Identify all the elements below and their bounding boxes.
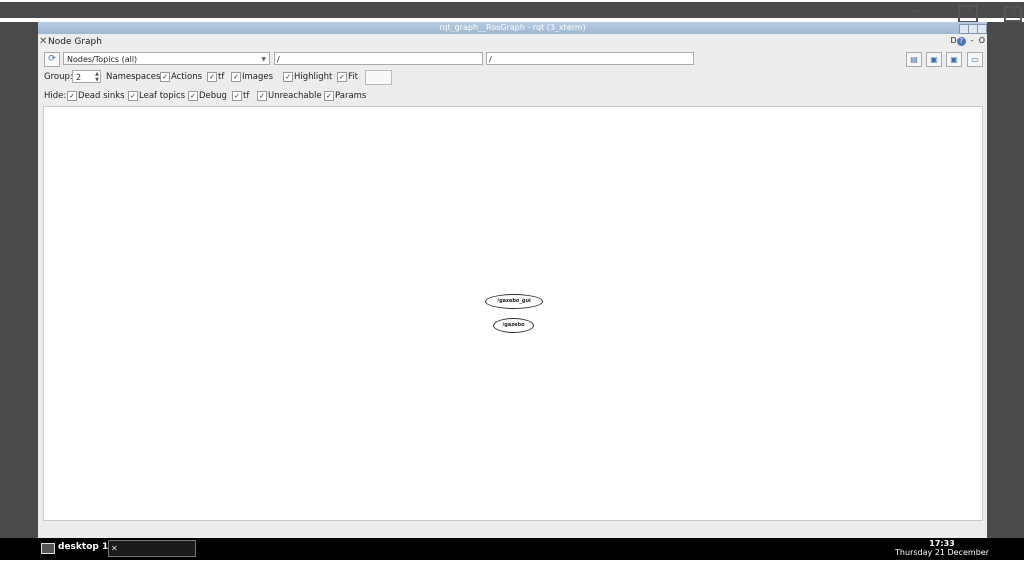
hide-tf-label: tf [243, 91, 250, 101]
taskbar-task-rqt[interactable]: ✕ rqt_graph__RosG... [108, 540, 196, 568]
viewer-toolbar: — ↗ ⧉ [0, 0, 1024, 23]
fit-view-button[interactable] [365, 70, 392, 85]
leaf-topics-checkbox[interactable]: ✓ [128, 91, 138, 101]
debug-checkbox[interactable]: ✓ [188, 91, 198, 101]
graph-mode-select[interactable]: Nodes/Topics (all) ▼ [63, 52, 270, 65]
tf-label: tf [218, 72, 225, 82]
desktop-background-left [0, 22, 38, 538]
clock-date: Thursday 21 December [895, 548, 989, 557]
highlight-checkbox[interactable]: ✓ [283, 72, 293, 82]
plugin-header: ✕ Node Graph D? - O [38, 35, 987, 49]
graph-node[interactable]: /gazebo [493, 318, 534, 333]
save-image-icon[interactable]: ▭ [967, 52, 983, 67]
external-link-icon[interactable]: ↗ [958, 5, 978, 23]
leaf-topics-label: Leaf topics [139, 91, 186, 101]
actions-label: Actions [171, 72, 203, 82]
desktop-background-right [987, 22, 1024, 538]
tf-checkbox[interactable]: ✓ [207, 72, 217, 82]
taskbar: desktop 1 ✕ rqt_graph__RosG... 17:33 Thur… [0, 538, 1024, 568]
minimize-icon[interactable]: — [911, 1, 925, 21]
debug-label: Debug [199, 91, 227, 101]
help-icon[interactable]: ? [956, 37, 966, 46]
hide-label: Hide: [44, 91, 67, 101]
params-label: Params [335, 91, 367, 101]
clock: 17:33 Thursday 21 December [895, 539, 989, 557]
group-label: Group: [44, 72, 73, 82]
load-dot-icon[interactable]: ▤ [906, 52, 922, 67]
dead-sinks-checkbox[interactable]: ✓ [67, 91, 77, 101]
window-close-button[interactable] [977, 24, 987, 34]
minimize-plugin-button[interactable]: - [971, 36, 974, 45]
graph-canvas[interactable]: /gazebo_gui /gazebo [43, 106, 983, 521]
save-dot-icon[interactable]: ▣ [926, 52, 942, 67]
tools-icon: ✕ [111, 544, 118, 553]
hide-tf-checkbox[interactable]: ✓ [232, 91, 242, 101]
hide-options-row: Hide: ✓ Dead sinks ✓ Leaf topics ✓ Debug… [38, 89, 987, 103]
dock-button[interactable]: D [950, 36, 956, 45]
group-spinbox[interactable]: 2 ▲ ▼ [72, 70, 101, 83]
namespaces-label: Namespaces [106, 72, 161, 82]
window-title: rqt_graph__RosGraph - rqt (3_xterm) [439, 23, 586, 32]
graph-mode-value: Nodes/Topics (all) [67, 55, 138, 64]
plugin-header-controls: D? - O [950, 36, 985, 46]
desktop-icon[interactable] [41, 543, 55, 554]
highlight-label: Highlight [294, 72, 333, 82]
graph-toolbar: ⟳ Nodes/Topics (all) ▼ / / ▤ ▣ ▣ ▭ [38, 52, 987, 68]
images-label: Images [242, 72, 274, 82]
desktop-switcher[interactable]: desktop 1 [58, 542, 108, 552]
close-plugin-button[interactable]: O [979, 36, 985, 45]
clock-time: 17:33 [929, 539, 955, 548]
refresh-icon[interactable]: ⟳ [44, 52, 60, 67]
task-label: rqt_graph__RosG... [109, 559, 184, 568]
params-checkbox[interactable]: ✓ [324, 91, 334, 101]
plugin-title: Node Graph [48, 37, 102, 47]
rqt-window: rqt_graph__RosGraph - rqt (3_xterm) ✕ No… [38, 22, 987, 538]
chevron-down-icon: ▼ [261, 56, 266, 63]
window-titlebar[interactable]: rqt_graph__RosGraph - rqt (3_xterm) [38, 22, 987, 34]
images-checkbox[interactable]: ✓ [231, 72, 241, 82]
viewer-stripe [0, 2, 1024, 18]
fit-checkbox[interactable]: ✓ [337, 72, 347, 82]
save-svg-icon[interactable]: ▣ [946, 52, 962, 67]
group-options-row: Group: 2 ▲ ▼ Namespaces ✓ Actions ✓ tf ✓ … [38, 70, 987, 85]
node-filter-input[interactable]: / [274, 52, 483, 65]
topic-filter-input[interactable]: / [486, 52, 694, 65]
restore-window-icon[interactable]: ⧉ [1004, 6, 1022, 22]
fit-label: Fit [348, 72, 358, 82]
tools-icon: ✕ [39, 36, 48, 47]
unreachable-label: Unreachable [268, 91, 322, 101]
unreachable-checkbox[interactable]: ✓ [257, 91, 267, 101]
actions-checkbox[interactable]: ✓ [160, 72, 170, 82]
dead-sinks-label: Dead sinks [78, 91, 125, 101]
group-value: 2 [76, 73, 82, 82]
graph-node[interactable]: /gazebo_gui [485, 294, 543, 309]
spin-arrows-icon[interactable]: ▲ ▼ [95, 71, 99, 83]
